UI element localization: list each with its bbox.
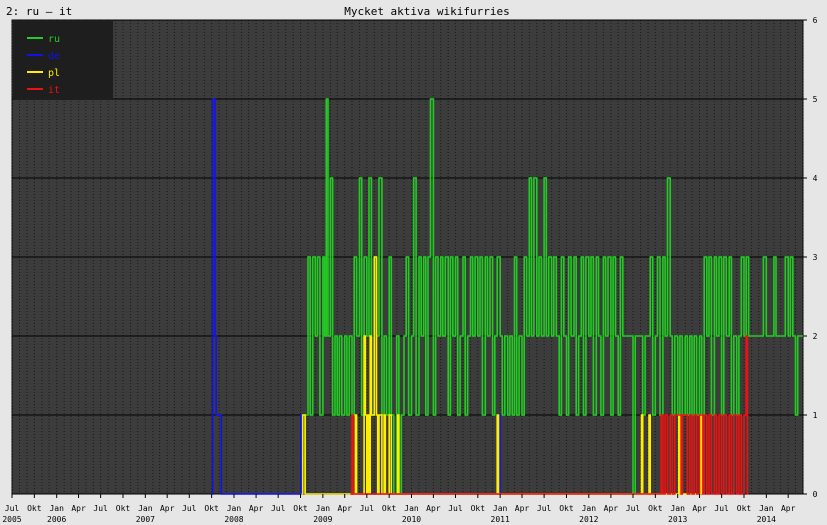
x-year-label: 2007 bbox=[136, 515, 155, 524]
x-tick-label: Okt bbox=[293, 504, 308, 513]
x-year-label: 2010 bbox=[402, 515, 421, 524]
legend: ru de pl it bbox=[13, 21, 113, 99]
x-year-label: 2011 bbox=[491, 515, 510, 524]
legend-box bbox=[13, 21, 113, 99]
x-tick-label: Jul bbox=[714, 504, 729, 513]
x-year-label: 2005 bbox=[2, 515, 21, 524]
x-tick-label: Jul bbox=[448, 504, 463, 513]
x-tick-label: Jan bbox=[582, 504, 597, 513]
y-tick-label: 5 bbox=[813, 95, 818, 104]
x-year-label: 2008 bbox=[224, 515, 243, 524]
activity-chart: 2: ru – it Mycket aktiva wikifurries ru d… bbox=[0, 0, 827, 525]
x-tick-label: Jul bbox=[5, 504, 20, 513]
x-tick-label: Okt bbox=[382, 504, 397, 513]
chart-title: Mycket aktiva wikifurries bbox=[344, 5, 510, 18]
x-tick-label: Jan bbox=[670, 504, 685, 513]
x-tick-label: Apr bbox=[337, 504, 352, 513]
x-tick-label: Apr bbox=[692, 504, 707, 513]
legend-label-pl: pl bbox=[48, 68, 60, 79]
x-tick-label: Okt bbox=[471, 504, 486, 513]
x-tick-label: Jan bbox=[138, 504, 153, 513]
x-tick-label: Okt bbox=[116, 504, 131, 513]
x-tick-label: Jan bbox=[49, 504, 64, 513]
chart-series-label: 2: ru – it bbox=[6, 5, 72, 18]
x-tick-label: Jan bbox=[404, 504, 419, 513]
y-tick-label: 3 bbox=[813, 253, 818, 262]
x-tick-label: Jul bbox=[626, 504, 641, 513]
x-tick-label: Jul bbox=[271, 504, 286, 513]
legend-label-it: it bbox=[48, 85, 60, 96]
x-year-label: 2009 bbox=[313, 515, 332, 524]
x-tick-label: Jul bbox=[182, 504, 197, 513]
x-tick-label: Okt bbox=[648, 504, 663, 513]
x-tick-label: Okt bbox=[27, 504, 42, 513]
x-year-label: 2006 bbox=[47, 515, 66, 524]
y-tick-label: 2 bbox=[813, 332, 818, 341]
x-tick-label: Jul bbox=[93, 504, 108, 513]
x-tick-label: Apr bbox=[781, 504, 796, 513]
x-tick-label: Jul bbox=[537, 504, 552, 513]
x-tick-label: Apr bbox=[71, 504, 86, 513]
x-tick-label: Apr bbox=[515, 504, 530, 513]
x-year-label: 2012 bbox=[579, 515, 598, 524]
y-tick-label: 0 bbox=[813, 490, 818, 499]
x-tick-label: Jan bbox=[759, 504, 774, 513]
x-tick-label: Jul bbox=[360, 504, 375, 513]
x-tick-label: Apr bbox=[426, 504, 441, 513]
x-tick-label: Okt bbox=[204, 504, 219, 513]
x-tick-label: Okt bbox=[559, 504, 574, 513]
x-tick-label: Jan bbox=[227, 504, 242, 513]
x-year-label: 2014 bbox=[757, 515, 776, 524]
x-tick-label: Jan bbox=[316, 504, 331, 513]
chart-container: 2: ru – it Mycket aktiva wikifurries ru d… bbox=[0, 0, 827, 525]
y-tick-label: 1 bbox=[813, 411, 818, 420]
x-tick-label: Jan bbox=[493, 504, 508, 513]
x-tick-label: Apr bbox=[249, 504, 264, 513]
x-year-label: 2013 bbox=[668, 515, 687, 524]
x-tick-label: Okt bbox=[737, 504, 752, 513]
legend-label-de: de bbox=[48, 51, 60, 62]
x-tick-label: Apr bbox=[604, 504, 619, 513]
y-tick-label: 4 bbox=[813, 174, 818, 183]
y-tick-label: 6 bbox=[813, 16, 818, 25]
legend-label-ru: ru bbox=[48, 34, 60, 45]
x-tick-label: Apr bbox=[160, 504, 175, 513]
